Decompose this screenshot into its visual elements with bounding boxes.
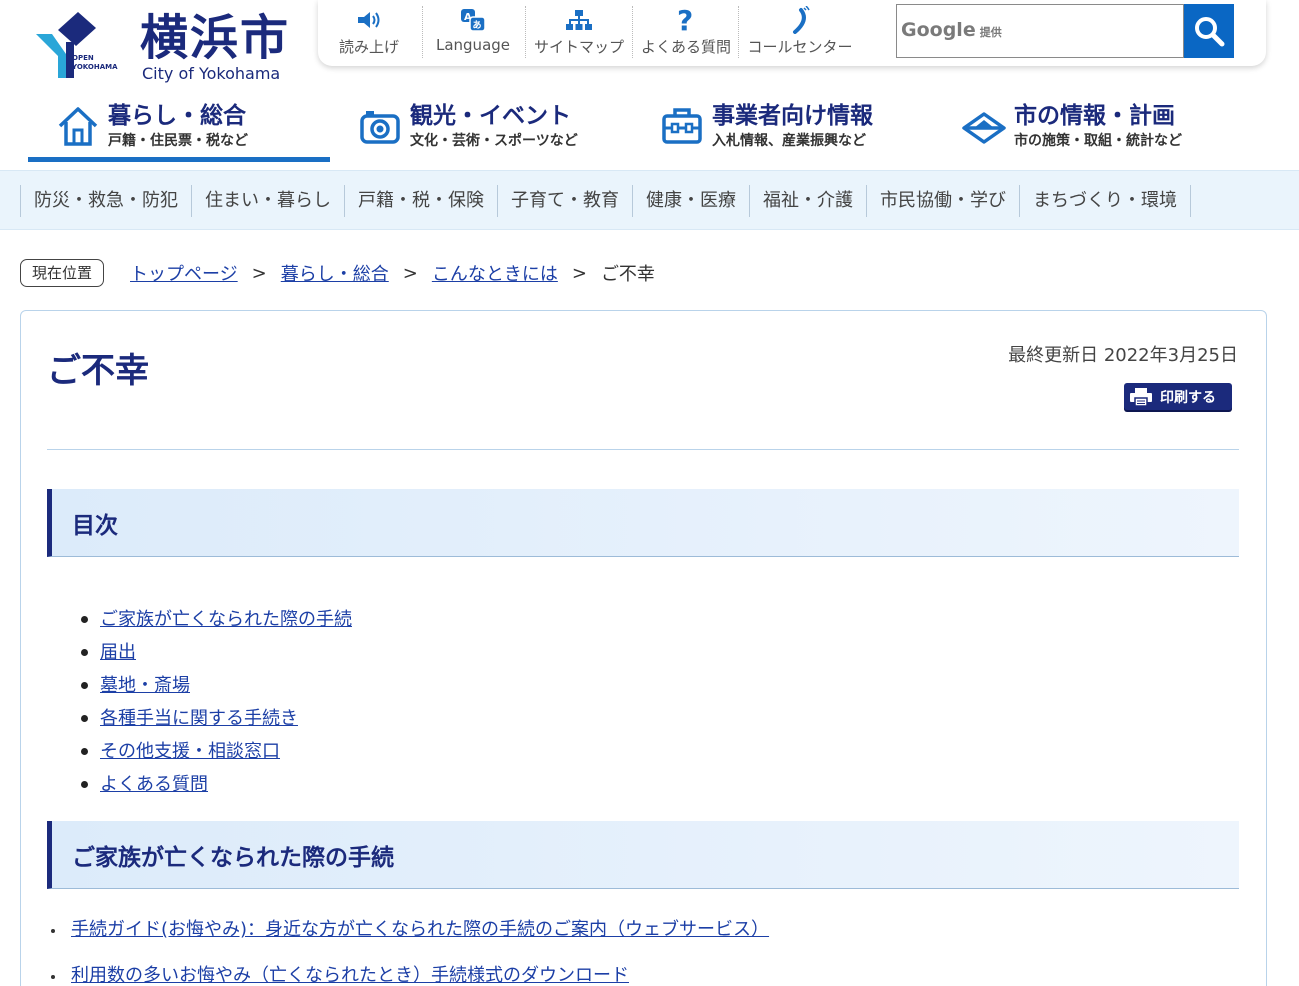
- phone-icon: [789, 6, 811, 34]
- read-aloud-button[interactable]: 読み上げ: [334, 0, 404, 60]
- yokohama-logo-mark-icon: OPEN YOKOHAMA: [36, 12, 118, 78]
- list-item: 手続ガイド(お悔やみ)：身近な方が亡くなられた際の手続のご案内（ウェブサービス）: [51, 915, 769, 961]
- read-aloud-label: 読み上げ: [338, 38, 399, 56]
- camera-icon: [360, 111, 400, 144]
- main-nav-city-info[interactable]: 市の情報・計画 市の施策・取組・統計など: [934, 90, 1236, 162]
- translate-icon: Aあ: [459, 6, 487, 34]
- toc-heading: 目次: [47, 489, 1239, 557]
- toc-item: 届出: [73, 636, 352, 669]
- breadcrumb: 現在位置 トップページ > 暮らし・総合 > こんなときには > ご不幸: [20, 258, 655, 288]
- breadcrumb-current: ご不幸: [600, 264, 655, 285]
- svg-text:あ: あ: [473, 20, 482, 31]
- sitemap-button[interactable]: サイトマップ: [530, 0, 628, 60]
- call-center-button[interactable]: コールセンター: [742, 0, 858, 60]
- toc-item: 墓地・斎場: [73, 669, 352, 702]
- toc-item: その他支援・相談窓口: [73, 735, 352, 768]
- logo-kanji: 横浜市: [140, 10, 291, 66]
- section-procedures-list: 手続ガイド(お悔やみ)：身近な方が亡くなられた際の手続のご案内（ウェブサービス）…: [51, 915, 769, 986]
- toc-item: 各種手当に関する手続き: [73, 702, 352, 735]
- city-emblem-icon: [962, 112, 1006, 144]
- category-disaster[interactable]: 防災・救急・防犯: [20, 185, 191, 217]
- category-list: 防災・救急・防犯 住まい・暮らし 戸籍・税・保険 子育て・教育 健康・医療 福祉…: [20, 185, 1191, 217]
- toc-item: よくある質問: [73, 768, 352, 801]
- faq-label: よくある質問: [640, 38, 731, 56]
- category-housing[interactable]: 住まい・暮らし: [191, 185, 344, 217]
- last-updated: 最終更新日 2022年3月25日: [1008, 345, 1238, 366]
- sitemap-icon: [566, 6, 592, 34]
- main-nav-business-sub: 入札情報、産業振興など: [712, 133, 866, 149]
- print-button[interactable]: 印刷する: [1124, 383, 1232, 410]
- breadcrumb-separator: >: [571, 262, 587, 284]
- call-center-label: コールセンター: [747, 38, 853, 56]
- title-divider: [47, 449, 1239, 450]
- breadcrumb-separator: >: [251, 262, 267, 284]
- page-title: ご不幸: [47, 351, 149, 391]
- main-nav-tourism[interactable]: 観光・イベント 文化・芸術・スポーツなど: [330, 90, 632, 162]
- main-nav-city-info-sub: 市の施策・取組・統計など: [1014, 133, 1182, 149]
- main-nav-living-title: 暮らし・総合: [108, 103, 246, 129]
- category-registry-tax[interactable]: 戸籍・税・保険: [344, 185, 497, 217]
- main-nav-living-sub: 戸籍・住民票・税など: [108, 133, 248, 149]
- logo-english: City of Yokohama: [142, 64, 281, 83]
- breadcrumb-top[interactable]: トップページ: [130, 260, 238, 286]
- printer-icon: [1130, 387, 1152, 406]
- faq-button[interactable]: ? よくある質問: [636, 0, 736, 60]
- main-nav-business[interactable]: 事業者向け情報 入札情報、産業振興など: [632, 90, 934, 162]
- toc-link-support[interactable]: その他支援・相談窓口: [100, 735, 280, 768]
- search-box: Google 提供: [896, 4, 1184, 58]
- category-health[interactable]: 健康・医療: [632, 185, 749, 217]
- breadcrumb-living[interactable]: 暮らし・総合: [281, 260, 389, 286]
- category-bar: 防災・救急・防犯 住まい・暮らし 戸籍・税・保険 子育て・教育 健康・医療 福祉…: [0, 170, 1299, 230]
- logo-mark-text-open: OPEN: [72, 54, 94, 62]
- logo-mark-text-yokohama: YOKOHAMA: [71, 63, 118, 71]
- main-nav-city-info-title: 市の情報・計画: [1014, 103, 1175, 129]
- list-item: 利用数の多いお悔やみ（亡くなられたとき）手続様式のダウンロード: [51, 961, 769, 986]
- breadcrumb-situations[interactable]: こんなときには: [432, 260, 558, 286]
- toc-link-faq[interactable]: よくある質問: [100, 768, 208, 801]
- site-logo[interactable]: OPEN YOKOHAMA 横浜市 City of Yokohama: [36, 8, 296, 88]
- toc-list: ご家族が亡くなられた際の手続 届出 墓地・斎場 各種手当に関する手続き その他支…: [73, 603, 352, 801]
- search-input[interactable]: [897, 5, 1183, 57]
- language-button[interactable]: Aあ Language: [430, 0, 516, 60]
- briefcase-icon: [662, 108, 702, 144]
- link-procedure-guide[interactable]: 手続ガイド(お悔やみ)：身近な方が亡くなられた際の手続のご案内（ウェブサービス）: [71, 915, 769, 945]
- main-nav-business-title: 事業者向け情報: [712, 103, 873, 129]
- breadcrumb-separator: >: [402, 262, 418, 284]
- svg-text:?: ?: [677, 6, 693, 34]
- search-button[interactable]: [1184, 4, 1234, 58]
- breadcrumb-label: 現在位置: [20, 259, 105, 287]
- house-icon: [58, 107, 98, 146]
- search-icon: [1195, 17, 1225, 47]
- link-form-download[interactable]: 利用数の多いお悔やみ（亡くなられたとき）手続様式のダウンロード: [71, 961, 629, 986]
- category-civic[interactable]: 市民協働・学び: [866, 185, 1019, 217]
- section-procedures-heading: ご家族が亡くなられた際の手続: [47, 821, 1239, 889]
- toc-link-cemetery[interactable]: 墓地・斎場: [100, 669, 190, 702]
- toc-link-procedures[interactable]: ご家族が亡くなられた際の手続: [100, 603, 352, 636]
- utility-bar: 読み上げ Aあ Language サイトマップ ? よくある質問 コールセンター…: [318, 0, 1266, 66]
- question-icon: ?: [676, 6, 696, 34]
- toc-item: ご家族が亡くなられた際の手続: [73, 603, 352, 636]
- language-label: Language: [435, 36, 511, 54]
- category-welfare[interactable]: 福祉・介護: [749, 185, 866, 217]
- content-panel: ご不幸 最終更新日 2022年3月25日 印刷する 目次 ご家族が亡くなられた際…: [20, 310, 1267, 986]
- toc-link-allowances[interactable]: 各種手当に関する手続き: [100, 702, 298, 735]
- category-town-planning[interactable]: まちづくり・環境: [1019, 185, 1191, 217]
- main-nav-tourism-sub: 文化・芸術・スポーツなど: [410, 133, 578, 149]
- toc-link-notifications[interactable]: 届出: [100, 636, 136, 669]
- print-label: 印刷する: [1160, 388, 1216, 405]
- speaker-icon: [356, 6, 382, 34]
- sitemap-label: サイトマップ: [533, 38, 624, 56]
- main-nav-tourism-title: 観光・イベント: [410, 103, 571, 129]
- category-childcare[interactable]: 子育て・教育: [497, 185, 632, 217]
- main-nav-living[interactable]: 暮らし・総合 戸籍・住民票・税など: [28, 90, 330, 162]
- main-nav: 暮らし・総合 戸籍・住民票・税など 観光・イベント 文化・芸術・スポーツなど 事…: [28, 90, 1268, 162]
